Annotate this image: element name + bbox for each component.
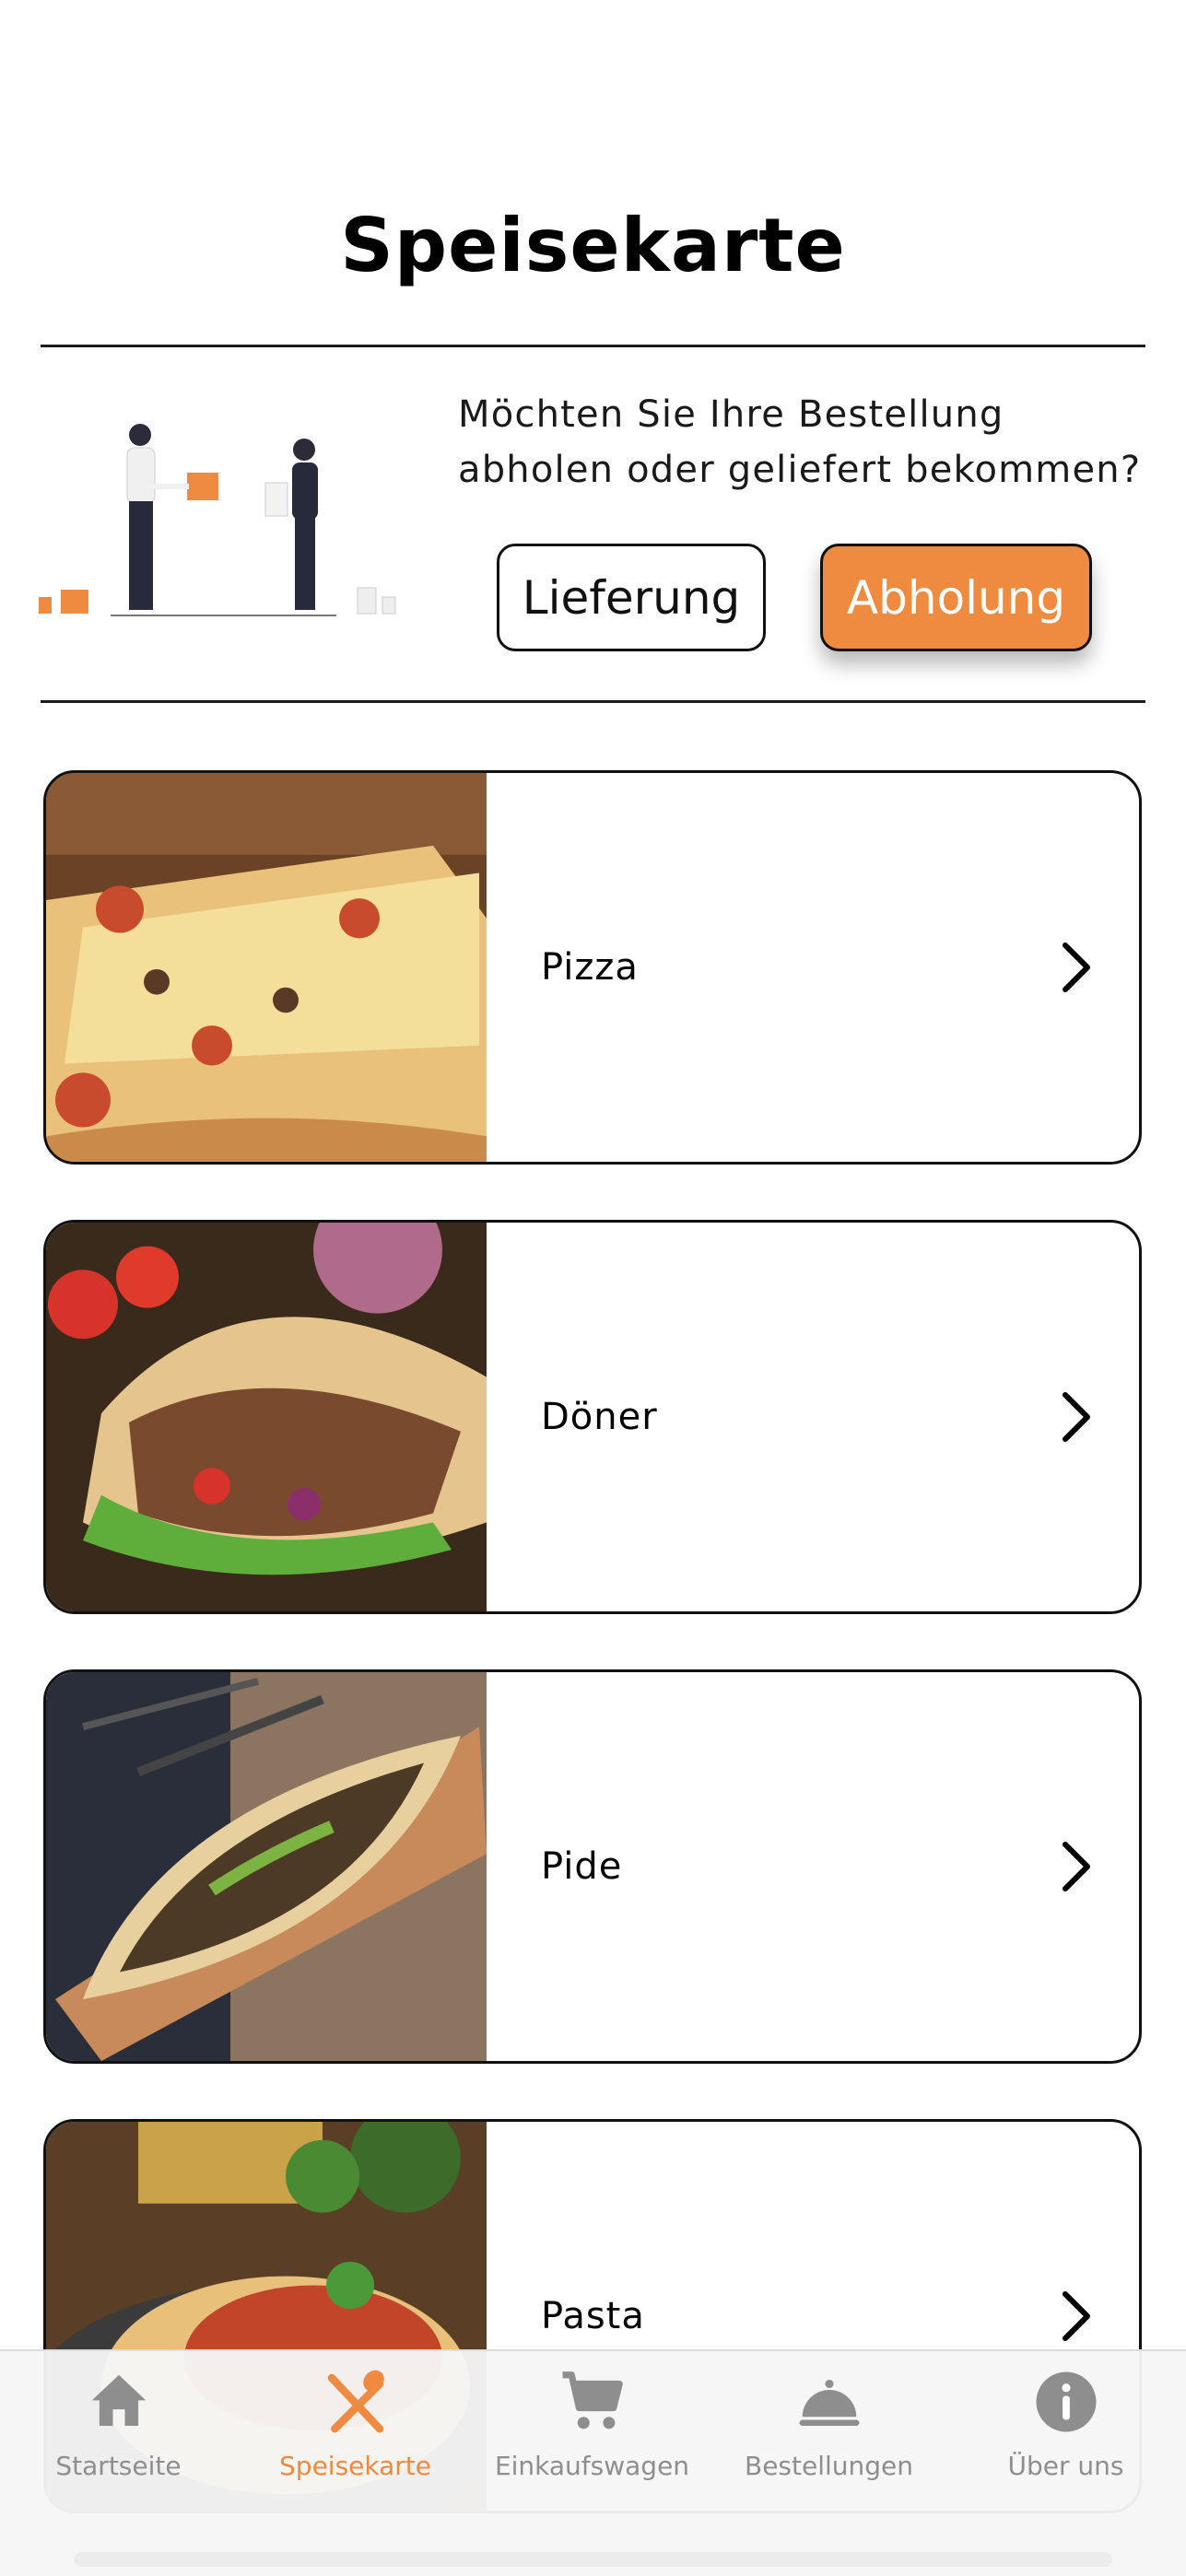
tab-label: Bestellungen [744, 2451, 914, 2481]
cloche-icon [799, 2379, 859, 2426]
category-card-doener[interactable]: Döner [43, 1220, 1142, 1614]
category-label: Döner [541, 1396, 658, 1438]
order-mode-question: Möchten Sie Ihre Bestellung abholen oder… [458, 393, 1142, 491]
home-icon [91, 2374, 146, 2426]
chevron-right-icon [1063, 2291, 1090, 2341]
tab-bestellungen[interactable]: Bestellungen [710, 2351, 947, 2526]
tab-einkaufswagen[interactable]: Einkaufswagen [474, 2351, 710, 2526]
pide-image [46, 1672, 487, 2061]
tab-bar: Startseite Speisekarte Einkaufswagen Bes… [0, 2349, 1186, 2576]
delivery-button[interactable]: Lieferung [497, 544, 766, 651]
category-card-pide[interactable]: Pide [43, 1669, 1142, 2064]
page-title: Speisekarte [340, 203, 846, 288]
tab-ueber-uns[interactable]: Über uns [947, 2351, 1184, 2526]
tab-label: Speisekarte [279, 2451, 431, 2481]
tab-label: Über uns [1007, 2451, 1124, 2481]
header-divider [41, 345, 1145, 347]
tab-speisekarte[interactable]: Speisekarte [237, 2351, 474, 2526]
delivery-illustration [39, 424, 396, 616]
category-label: Pide [541, 1845, 623, 1888]
doener-image [46, 1223, 487, 1611]
chevron-right-icon [1063, 943, 1090, 992]
pickup-button[interactable]: Abholung [820, 544, 1092, 651]
tab-startseite[interactable]: Startseite [0, 2351, 237, 2526]
order-mode-divider [41, 700, 1145, 703]
utensils-icon [327, 2370, 384, 2433]
cart-icon [562, 2371, 623, 2430]
home-indicator [74, 2552, 1112, 2567]
chevron-right-icon [1063, 1842, 1090, 1891]
category-card-pizza[interactable]: Pizza [43, 770, 1142, 1165]
tab-label: Startseite [55, 2451, 182, 2481]
tab-label: Einkaufswagen [494, 2451, 690, 2481]
info-icon [1036, 2371, 1096, 2432]
category-label: Pizza [541, 946, 639, 989]
chevron-right-icon [1063, 1392, 1090, 1442]
pizza-image [46, 773, 487, 1162]
